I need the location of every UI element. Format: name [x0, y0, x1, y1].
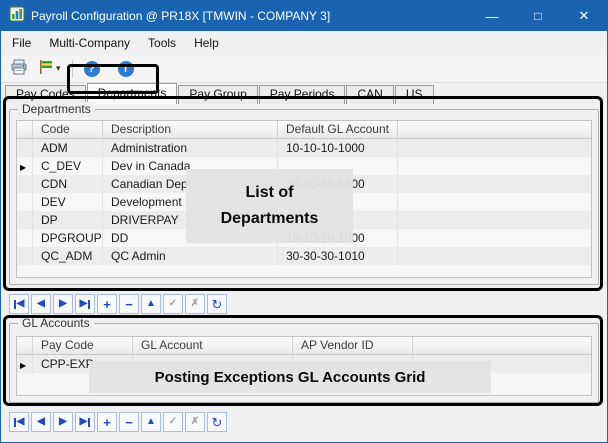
first-record-icon: ◀ — [17, 299, 25, 309]
nav-edit-button[interactable]: ▲ — [141, 412, 161, 432]
departments-group-label: Departments — [18, 102, 95, 116]
nav-delete-button[interactable]: − — [119, 412, 139, 432]
tab-pay-periods[interactable]: Pay Periods — [259, 85, 346, 104]
current-row-marker-icon: ▶ — [20, 361, 26, 370]
nav-last-button[interactable]: ▶ — [75, 294, 95, 314]
nav-edit-button[interactable]: ▲ — [141, 294, 161, 314]
column-header-ap-vendor-id[interactable]: AP Vendor ID — [293, 337, 413, 354]
tab-us[interactable]: US — [395, 85, 434, 104]
column-header-code[interactable]: Code — [33, 121, 103, 138]
nav-first-button[interactable]: ◀ — [9, 294, 29, 314]
table-row[interactable]: ADM Administration 10-10-10-1000 — [17, 139, 591, 157]
toolbar-separator — [72, 60, 73, 78]
tab-pay-group[interactable]: Pay Group — [178, 85, 257, 104]
info-button[interactable]: i — [115, 59, 145, 79]
gl-accounts-grid-header: Pay Code GL Account AP Vendor ID — [17, 337, 591, 355]
selector-column-header — [17, 337, 33, 354]
last-record-icon: ▶ — [80, 299, 88, 309]
nav-cancel-button[interactable]: ✗ — [185, 294, 205, 314]
edit-record-icon: ▲ — [146, 299, 156, 309]
delete-record-icon: − — [125, 298, 133, 311]
departments-overlay-label: List of Departments — [186, 169, 353, 243]
menu-multi-company[interactable]: Multi-Company — [40, 33, 139, 53]
nav-next-button[interactable]: ▶ — [53, 412, 73, 432]
nav-delete-button[interactable]: − — [119, 294, 139, 314]
selector-column-header — [17, 121, 33, 138]
table-row[interactable]: QC_ADM QC Admin 30-30-30-1010 — [17, 247, 591, 265]
nav-last-button[interactable]: ▶ — [75, 412, 95, 432]
post-record-icon: ✓ — [169, 299, 177, 309]
menu-help[interactable]: Help — [185, 33, 228, 53]
cancel-edit-icon: ✗ — [191, 299, 199, 309]
chevron-down-icon: ▾ — [56, 63, 61, 74]
nav-refresh-button[interactable]: ↻ — [207, 294, 227, 314]
print-button[interactable] — [7, 57, 31, 80]
app-icon — [9, 6, 25, 27]
menu-tools[interactable]: Tools — [139, 33, 185, 53]
nav-prior-button[interactable]: ◀ — [31, 294, 51, 314]
company-flag-icon — [38, 59, 54, 78]
next-record-icon: ▶ — [59, 299, 67, 309]
edit-record-icon: ▲ — [146, 417, 156, 427]
nav-prior-button[interactable]: ◀ — [31, 412, 51, 432]
gl-accounts-navigator: ◀ ◀ ▶ ▶ + − ▲ ✓ ✗ ↻ — [9, 412, 227, 432]
caption-buttons: — □ ✕ — [469, 1, 607, 31]
nav-insert-button[interactable]: + — [97, 412, 117, 432]
refresh-icon: ↻ — [212, 416, 223, 429]
last-record-icon: ▶ — [80, 417, 88, 427]
tab-can[interactable]: CAN — [346, 85, 393, 104]
tab-departments[interactable]: Departments — [87, 83, 178, 104]
first-record-icon: ◀ — [17, 417, 25, 427]
print-icon — [10, 59, 28, 78]
toolbar: ▾ ? i — [1, 55, 607, 83]
next-record-icon: ▶ — [59, 417, 67, 427]
column-header-gl-account[interactable]: GL Account — [133, 337, 293, 354]
departments-grid-header: Code Description Default GL Account — [17, 121, 591, 139]
insert-record-icon: + — [103, 298, 111, 311]
menu-bar: File Multi-Company Tools Help — [1, 31, 607, 55]
app-window: Payroll Configuration @ PR18X [TMWIN - C… — [0, 0, 608, 443]
delete-record-icon: − — [125, 416, 133, 429]
close-button[interactable]: ✕ — [561, 1, 607, 31]
nav-first-button[interactable]: ◀ — [9, 412, 29, 432]
menu-file[interactable]: File — [3, 33, 40, 53]
nav-refresh-button[interactable]: ↻ — [207, 412, 227, 432]
tab-strip: Pay Codes Departments Pay Group Pay Peri… — [1, 83, 607, 104]
nav-post-button[interactable]: ✓ — [163, 294, 183, 314]
minimize-button[interactable]: — — [469, 1, 515, 31]
insert-record-icon: + — [103, 416, 111, 429]
titlebar: Payroll Configuration @ PR18X [TMWIN - C… — [1, 1, 607, 31]
gl-accounts-group-label: GL Accounts — [18, 316, 94, 330]
prior-record-icon: ◀ — [37, 417, 45, 427]
gl-accounts-overlay-label: Posting Exceptions GL Accounts Grid — [89, 361, 491, 393]
column-header-description[interactable]: Description — [103, 121, 278, 138]
current-row-marker-icon: ▶ — [20, 163, 26, 172]
nav-next-button[interactable]: ▶ — [53, 294, 73, 314]
column-header-pay-code[interactable]: Pay Code — [33, 337, 133, 354]
maximize-button[interactable]: □ — [515, 1, 561, 31]
nav-post-button[interactable]: ✓ — [163, 412, 183, 432]
company-selector-button[interactable]: ▾ — [35, 57, 64, 80]
column-header-default-gl[interactable]: Default GL Account — [278, 121, 398, 138]
departments-navigator: ◀ ◀ ▶ ▶ + − ▲ ✓ ✗ ↻ — [9, 294, 227, 314]
info-icon: i — [118, 61, 134, 77]
nav-cancel-button[interactable]: ✗ — [185, 412, 205, 432]
nav-insert-button[interactable]: + — [97, 294, 117, 314]
prior-record-icon: ◀ — [37, 299, 45, 309]
refresh-icon: ↻ — [212, 298, 223, 311]
cancel-edit-icon: ✗ — [191, 417, 199, 427]
help-icon: ? — [84, 61, 100, 77]
help-button[interactable]: ? — [81, 59, 111, 79]
window-title: Payroll Configuration @ PR18X [TMWIN - C… — [31, 9, 330, 23]
post-record-icon: ✓ — [169, 417, 177, 427]
